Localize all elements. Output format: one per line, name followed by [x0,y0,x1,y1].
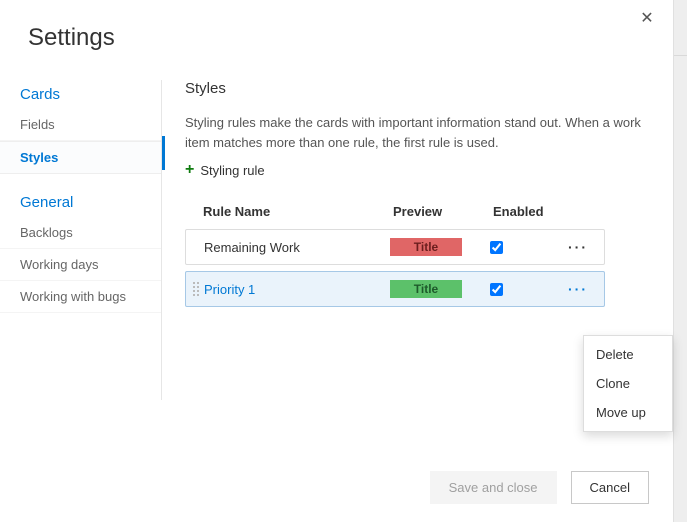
rule-name: Remaining Work [204,240,390,255]
save-button[interactable]: Save and close [430,471,557,504]
cancel-button[interactable]: Cancel [571,471,649,504]
preview-chip: Title [390,238,462,256]
background-strip [673,0,687,522]
table-row[interactable]: Priority 1 Title ··· [185,271,605,307]
menu-item-delete[interactable]: Delete [584,340,672,369]
add-styling-rule-button[interactable]: + Styling rule [185,162,265,178]
more-actions-icon[interactable]: ··· [568,239,588,255]
sidebar-item-backlogs[interactable]: Backlogs [0,217,161,249]
section-title: Styles [185,80,673,97]
sidebar-group-general: General [0,188,161,217]
settings-dialog: ✕ Settings Cards Fields Styles General B… [0,0,673,522]
active-tab-marker [162,136,165,170]
close-icon: ✕ [640,8,653,28]
sidebar-group-cards: Cards [0,80,161,109]
plus-icon: + [185,162,194,178]
sidebar-item-fields[interactable]: Fields [0,109,161,141]
col-header-name: Rule Name [203,204,393,219]
col-header-enabled: Enabled [493,204,563,219]
add-rule-label: Styling rule [200,163,264,178]
menu-item-move-up[interactable]: Move up [584,398,672,427]
close-button[interactable]: ✕ [637,8,657,28]
enabled-checkbox[interactable] [490,241,503,254]
main-panel: Styles Styling rules make the cards with… [162,80,673,313]
enabled-checkbox[interactable] [490,283,503,296]
rule-name: Priority 1 [204,282,390,297]
table-row[interactable]: Remaining Work Title ··· [185,229,605,265]
sidebar-item-working-with-bugs[interactable]: Working with bugs [0,281,161,313]
more-actions-icon[interactable]: ··· [568,281,588,297]
preview-chip: Title [390,280,462,298]
sidebar-item-styles[interactable]: Styles [0,141,161,174]
dialog-footer: Save and close Cancel [430,471,649,504]
context-menu: Delete Clone Move up [583,335,673,432]
menu-item-clone[interactable]: Clone [584,369,672,398]
col-header-preview: Preview [393,204,493,219]
drag-handle-icon[interactable] [190,278,202,300]
sidebar-item-working-days[interactable]: Working days [0,249,161,281]
dialog-title: Settings [0,0,673,80]
sidebar: Cards Fields Styles General Backlogs Wor… [0,80,162,400]
rules-table: Rule Name Preview Enabled Remaining Work… [185,198,605,307]
section-description: Styling rules make the cards with import… [185,113,645,152]
table-header: Rule Name Preview Enabled [185,198,605,229]
